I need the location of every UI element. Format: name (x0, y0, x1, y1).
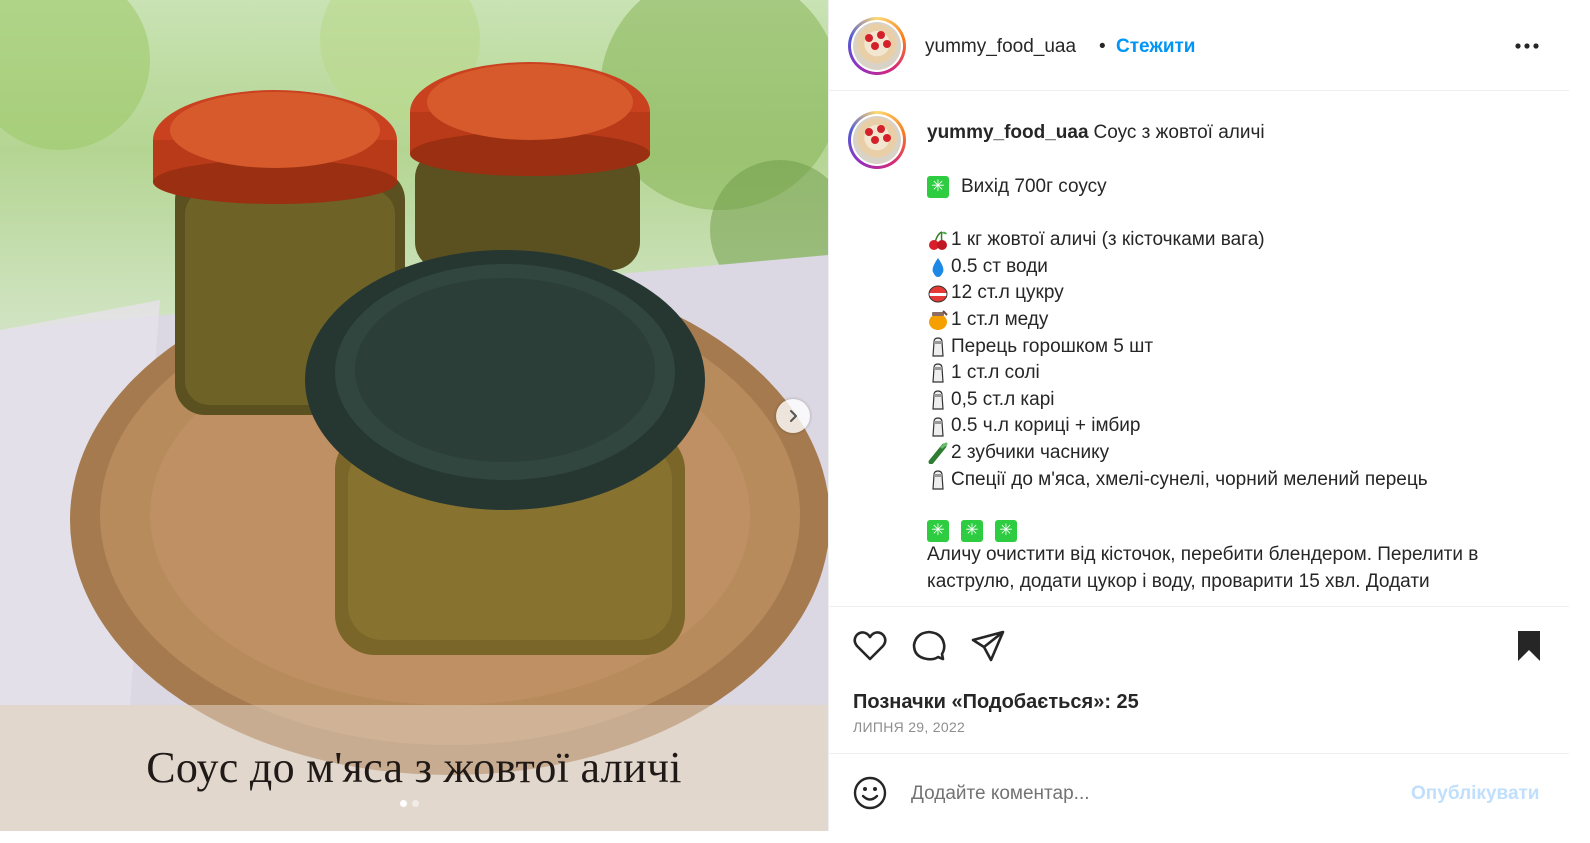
bowl-icon (928, 285, 948, 303)
comment-bar: Опублікувати (829, 755, 1569, 831)
caption-text: yummy_food_uaa Соус з жовтої аличі ✳ Вих… (927, 120, 1527, 595)
ingredient-text: 1 ст.л солі (951, 362, 1040, 384)
comment-icon[interactable] (910, 627, 948, 665)
ingredient-line: 0.5 ч.л кориці + імбир (927, 413, 1527, 440)
salt-shaker-icon (932, 417, 944, 437)
garlic-greens-icon (928, 442, 948, 465)
username-link[interactable]: yummy_food_uaa (925, 36, 1076, 58)
ingredient-line: 1 ст.л меду (927, 307, 1527, 334)
sparkle-icon: ✳ (927, 520, 949, 543)
ingredient-text: 12 ст.л цукру (951, 282, 1064, 304)
likes-count[interactable]: Позначки «Подобається»: 25 (853, 691, 1139, 714)
heart-icon[interactable] (851, 627, 889, 665)
ingredient-line: Перець горошком 5 шт (927, 334, 1527, 361)
next-slide-button[interactable] (776, 399, 810, 433)
ingredient-line: Спеції до м'яса, хмелі-сунелі, чорний ме… (927, 467, 1527, 494)
ingredient-text: 0,5 ст.л карі (951, 388, 1055, 410)
salt-shaker-icon (932, 470, 944, 490)
smiley-icon[interactable] (851, 774, 889, 812)
slide-dot-active (400, 800, 407, 807)
salt-shaker-icon (932, 363, 944, 384)
sparkle-icon: ✳ (927, 175, 949, 198)
caption-avatar[interactable] (848, 111, 906, 169)
salt-shaker-icon (932, 390, 944, 410)
caption-username[interactable]: yummy_food_uaa (927, 120, 1089, 147)
method-text: Аличу очистити від кісточок, перебити бл… (927, 544, 1479, 592)
caption-title: Соус з жовтої аличі (1093, 122, 1265, 143)
ingredient-text: 2 зубчики часнику (951, 441, 1110, 463)
more-horizontal-icon[interactable] (1513, 36, 1541, 56)
ingredient-line: 2 зубчики часнику (927, 440, 1527, 467)
post-date: ЛИПНЯ 29, 2022 (853, 719, 966, 735)
ingredient-text: 1 ст.л меду (951, 308, 1049, 330)
caption-section: yummy_food_uaa Соус з жовтої аличі ✳ Вих… (829, 92, 1569, 606)
ingredient-line: 0.5 ст води (927, 254, 1527, 281)
image-caption-text: Соус до м'яса з жовтої аличі (146, 743, 682, 792)
ingredient-text: 0.5 ст води (951, 255, 1048, 277)
droplet-icon (932, 258, 944, 278)
sparkle-icon: ✳ (995, 520, 1017, 543)
ingredient-text: 1 кг жовтої аличі (з кісточками вага) (951, 229, 1265, 251)
ingredient-line: 1 ст.л солі (927, 360, 1527, 387)
separator-dot: • (1099, 36, 1106, 57)
ingredient-text: 0.5 ч.л кориці + імбир (951, 415, 1141, 437)
sparkle-icon: ✳ (961, 520, 983, 543)
salt-shaker-icon (932, 337, 944, 357)
follow-button[interactable]: Стежити (1116, 36, 1195, 58)
post-header: yummy_food_uaa • Стежити (829, 0, 1569, 91)
post-details-panel: yummy_food_uaa • Стежити yummy_food_uaa … (828, 0, 1569, 831)
cherries-icon (929, 231, 947, 251)
post-actions: Позначки «Подобається»: 25 ЛИПНЯ 29, 202… (829, 606, 1569, 754)
ingredient-text: Перець горошком 5 шт (951, 335, 1154, 357)
ingredient-line: 1 кг жовтої аличі (з кісточками вага) (927, 227, 1527, 254)
yield-line: Вихід 700г соусу (961, 175, 1107, 197)
share-icon[interactable] (969, 627, 1007, 665)
ingredient-line: 12 ст.л цукру (927, 280, 1527, 307)
post-image: Соус до м'яса з жовтої аличі (0, 0, 828, 831)
ingredient-text: Спеції до м'яса, хмелі-сунелі, чорний ме… (951, 468, 1428, 490)
publish-button[interactable]: Опублікувати (1411, 783, 1540, 805)
avatar[interactable] (848, 17, 906, 75)
honey-pot-icon (929, 310, 948, 331)
ingredient-line: 0,5 ст.л карі (927, 387, 1527, 414)
slide-dot (412, 800, 419, 807)
chevron-right-icon (790, 410, 797, 422)
bookmark-filled-icon[interactable] (1510, 627, 1548, 665)
comment-input[interactable] (911, 779, 1391, 809)
slide-indicator (400, 800, 419, 807)
